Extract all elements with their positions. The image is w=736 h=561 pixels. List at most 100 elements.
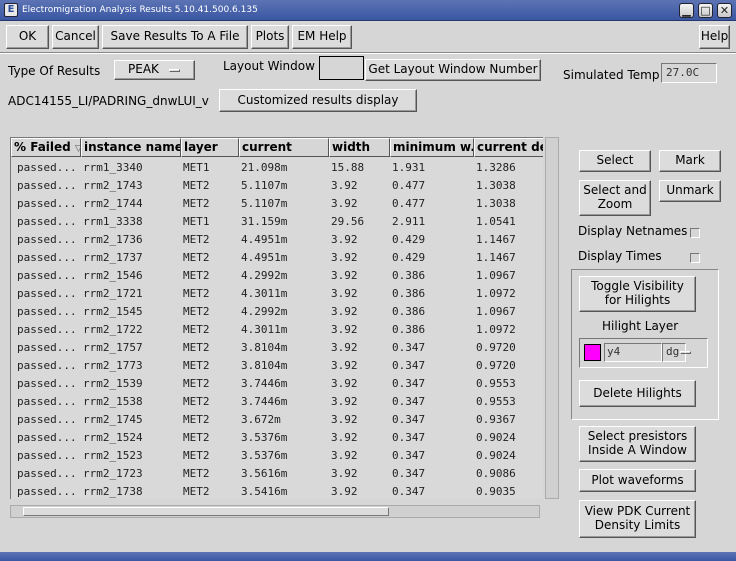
ok-button[interactable]: OK (6, 25, 49, 49)
plot-waveforms-button[interactable]: Plot waveforms (579, 469, 696, 492)
column-header-layer[interactable]: layer (181, 138, 239, 157)
cell-instance-name: rrm2_1757 (83, 341, 143, 354)
cell-width: 3.92 (331, 233, 358, 246)
cell-failed: passed... (17, 215, 77, 228)
column-header-current-density[interactable]: current der (474, 138, 543, 157)
table-row[interactable]: passed... rrm2_1523 MET2 3.5376m 3.92 0.347 0.… (11, 447, 543, 465)
mark-button[interactable]: Mark (659, 150, 721, 172)
em-help-button[interactable]: EM Help (292, 25, 352, 49)
table-row[interactable]: passed... rrm2_1722 MET2 4.3011m 3.92 0.386 1.… (11, 321, 543, 339)
customized-results-button[interactable]: Customized results display (219, 89, 417, 112)
layout-window-field[interactable] (319, 56, 364, 80)
display-netnames-label: Display Netnames (578, 224, 688, 238)
select-button[interactable]: Select (579, 150, 651, 172)
table-row[interactable]: passed... rrm2_1743 MET2 5.1107m 3.92 0.477 1.… (11, 177, 543, 195)
menu-separator (0, 52, 736, 54)
cell-current: 4.4951m (241, 233, 288, 246)
cell-failed: passed... (17, 431, 77, 444)
cell-width: 3.92 (331, 197, 358, 210)
table-row[interactable]: passed... rrm2_1745 MET2 3.672m 3.92 0.347 0.9… (11, 411, 543, 429)
view-pdk-limits-button[interactable]: View PDK Current Density Limits (579, 500, 696, 538)
save-results-button[interactable]: Save Results To A File (102, 25, 248, 49)
column-header-current[interactable]: current (239, 138, 329, 157)
table-row[interactable]: passed... rrm2_1744 MET2 5.1107m 3.92 0.477 1.… (11, 195, 543, 213)
cell-width: 3.92 (331, 377, 358, 390)
table-row[interactable]: passed... rrm2_1737 MET2 4.4951m 3.92 0.429 1.… (11, 249, 543, 267)
cell-layer: MET1 (183, 161, 210, 174)
cell-current-density: 0.9720 (476, 359, 516, 372)
column-header-width[interactable]: width (329, 138, 390, 157)
cell-layer: MET2 (183, 449, 210, 462)
table-row[interactable]: passed... rrm2_1721 MET2 4.3011m 3.92 0.386 1.… (11, 285, 543, 303)
cell-minimum-width: 0.347 (392, 467, 426, 480)
cell-current: 4.4951m (241, 251, 288, 264)
cell-width: 3.92 (331, 431, 358, 444)
get-layout-window-button[interactable]: Get Layout Window Number (365, 59, 541, 81)
cell-current-density: 1.3286 (476, 161, 516, 174)
results-table[interactable]: % Failed ▽ instance name layer current w… (10, 137, 543, 499)
table-row[interactable]: passed... rrm2_1546 MET2 4.2992m 3.92 0.386 1.… (11, 267, 543, 285)
cell-minimum-width: 2.911 (392, 215, 426, 228)
cell-failed: passed... (17, 305, 77, 318)
cell-layer: MET2 (183, 413, 210, 426)
simulated-temp-field[interactable]: 27.0C (661, 63, 717, 83)
column-header-failed[interactable]: % Failed ▽ (11, 138, 81, 157)
hilight-layer-selector[interactable]: y4 dg (579, 338, 708, 368)
table-row[interactable]: passed... rrm1_3340 MET1 21.098m 15.88 1.931 1… (11, 159, 543, 177)
cell-instance-name: rrm1_3340 (83, 161, 143, 174)
toggle-visibility-button[interactable]: Toggle Visibility for Hilights (579, 276, 696, 312)
maximize-icon[interactable]: □ (698, 3, 713, 18)
column-header-instance-name[interactable]: instance name (81, 138, 181, 157)
cell-layer: MET2 (183, 359, 210, 372)
app-icon[interactable]: E (4, 3, 18, 17)
cell-current-density: 0.9720 (476, 341, 516, 354)
cell-width: 3.92 (331, 287, 358, 300)
hilight-color-swatch (584, 344, 601, 361)
help-button[interactable]: Help (699, 25, 730, 49)
cell-layer: MET2 (183, 485, 210, 498)
cancel-button[interactable]: Cancel (52, 25, 99, 49)
cell-current-density: 0.9367 (476, 413, 516, 426)
cell-current: 3.5376m (241, 449, 288, 462)
table-row[interactable]: passed... rrm2_1538 MET2 3.7446m 3.92 0.347 0.… (11, 393, 543, 411)
horizontal-scroll-thumb[interactable] (23, 507, 389, 516)
column-header-minimum-width[interactable]: minimum w... (390, 138, 474, 157)
delete-hilights-button[interactable]: Delete Hilights (579, 380, 696, 407)
table-row[interactable]: passed... rrm2_1545 MET2 4.2992m 3.92 0.386 1.… (11, 303, 543, 321)
type-of-results-dropdown[interactable]: PEAK (114, 60, 195, 80)
close-icon[interactable]: ✕ (717, 3, 732, 18)
cell-current-density: 0.9024 (476, 449, 516, 462)
minimize-icon[interactable]: ▁ (679, 3, 694, 18)
select-presistors-button[interactable]: Select presistors Inside A Window (579, 426, 696, 462)
cell-current: 3.5376m (241, 431, 288, 444)
cell-current-density: 0.9086 (476, 467, 516, 480)
table-row[interactable]: passed... rrm2_1524 MET2 3.5376m 3.92 0.347 0.… (11, 429, 543, 447)
cell-failed: passed... (17, 467, 77, 480)
select-and-zoom-button[interactable]: Select and Zoom (579, 180, 651, 216)
plots-button[interactable]: Plots (251, 25, 289, 49)
table-row[interactable]: passed... rrm2_1736 MET2 4.4951m 3.92 0.429 1.… (11, 231, 543, 249)
table-row[interactable]: passed... rrm1_3338 MET1 31.159m 29.56 2.911 1… (11, 213, 543, 231)
table-row[interactable]: passed... rrm2_1773 MET2 3.8104m 3.92 0.347 0.… (11, 357, 543, 375)
unmark-button[interactable]: Unmark (659, 180, 721, 202)
cell-minimum-width: 1.931 (392, 161, 426, 174)
cell-current-density: 1.3038 (476, 179, 516, 192)
cell-failed: passed... (17, 233, 77, 246)
cell-current: 4.2992m (241, 305, 288, 318)
table-row[interactable]: passed... rrm2_1539 MET2 3.7446m 3.92 0.347 0.… (11, 375, 543, 393)
cell-current-density: 1.0967 (476, 305, 516, 318)
table-row[interactable]: passed... rrm2_1723 MET2 3.5616m 3.92 0.347 0.… (11, 465, 543, 483)
display-netnames-checkbox[interactable] (690, 228, 700, 238)
display-times-checkbox[interactable] (690, 253, 700, 263)
horizontal-scrollbar[interactable] (10, 505, 540, 518)
cell-failed: passed... (17, 179, 77, 192)
table-row[interactable]: passed... rrm2_1757 MET2 3.8104m 3.92 0.347 0.… (11, 339, 543, 357)
cell-width: 3.92 (331, 269, 358, 282)
cell-minimum-width: 0.347 (392, 485, 426, 498)
cell-failed: passed... (17, 323, 77, 336)
cell-current-density: 0.9035 (476, 485, 516, 498)
cell-current-density: 1.0541 (476, 215, 516, 228)
cell-layer: MET2 (183, 467, 210, 480)
vertical-scrollbar[interactable] (545, 137, 559, 499)
table-row[interactable]: passed... rrm2_1738 MET2 3.5416m 3.92 0.347 0.… (11, 483, 543, 499)
